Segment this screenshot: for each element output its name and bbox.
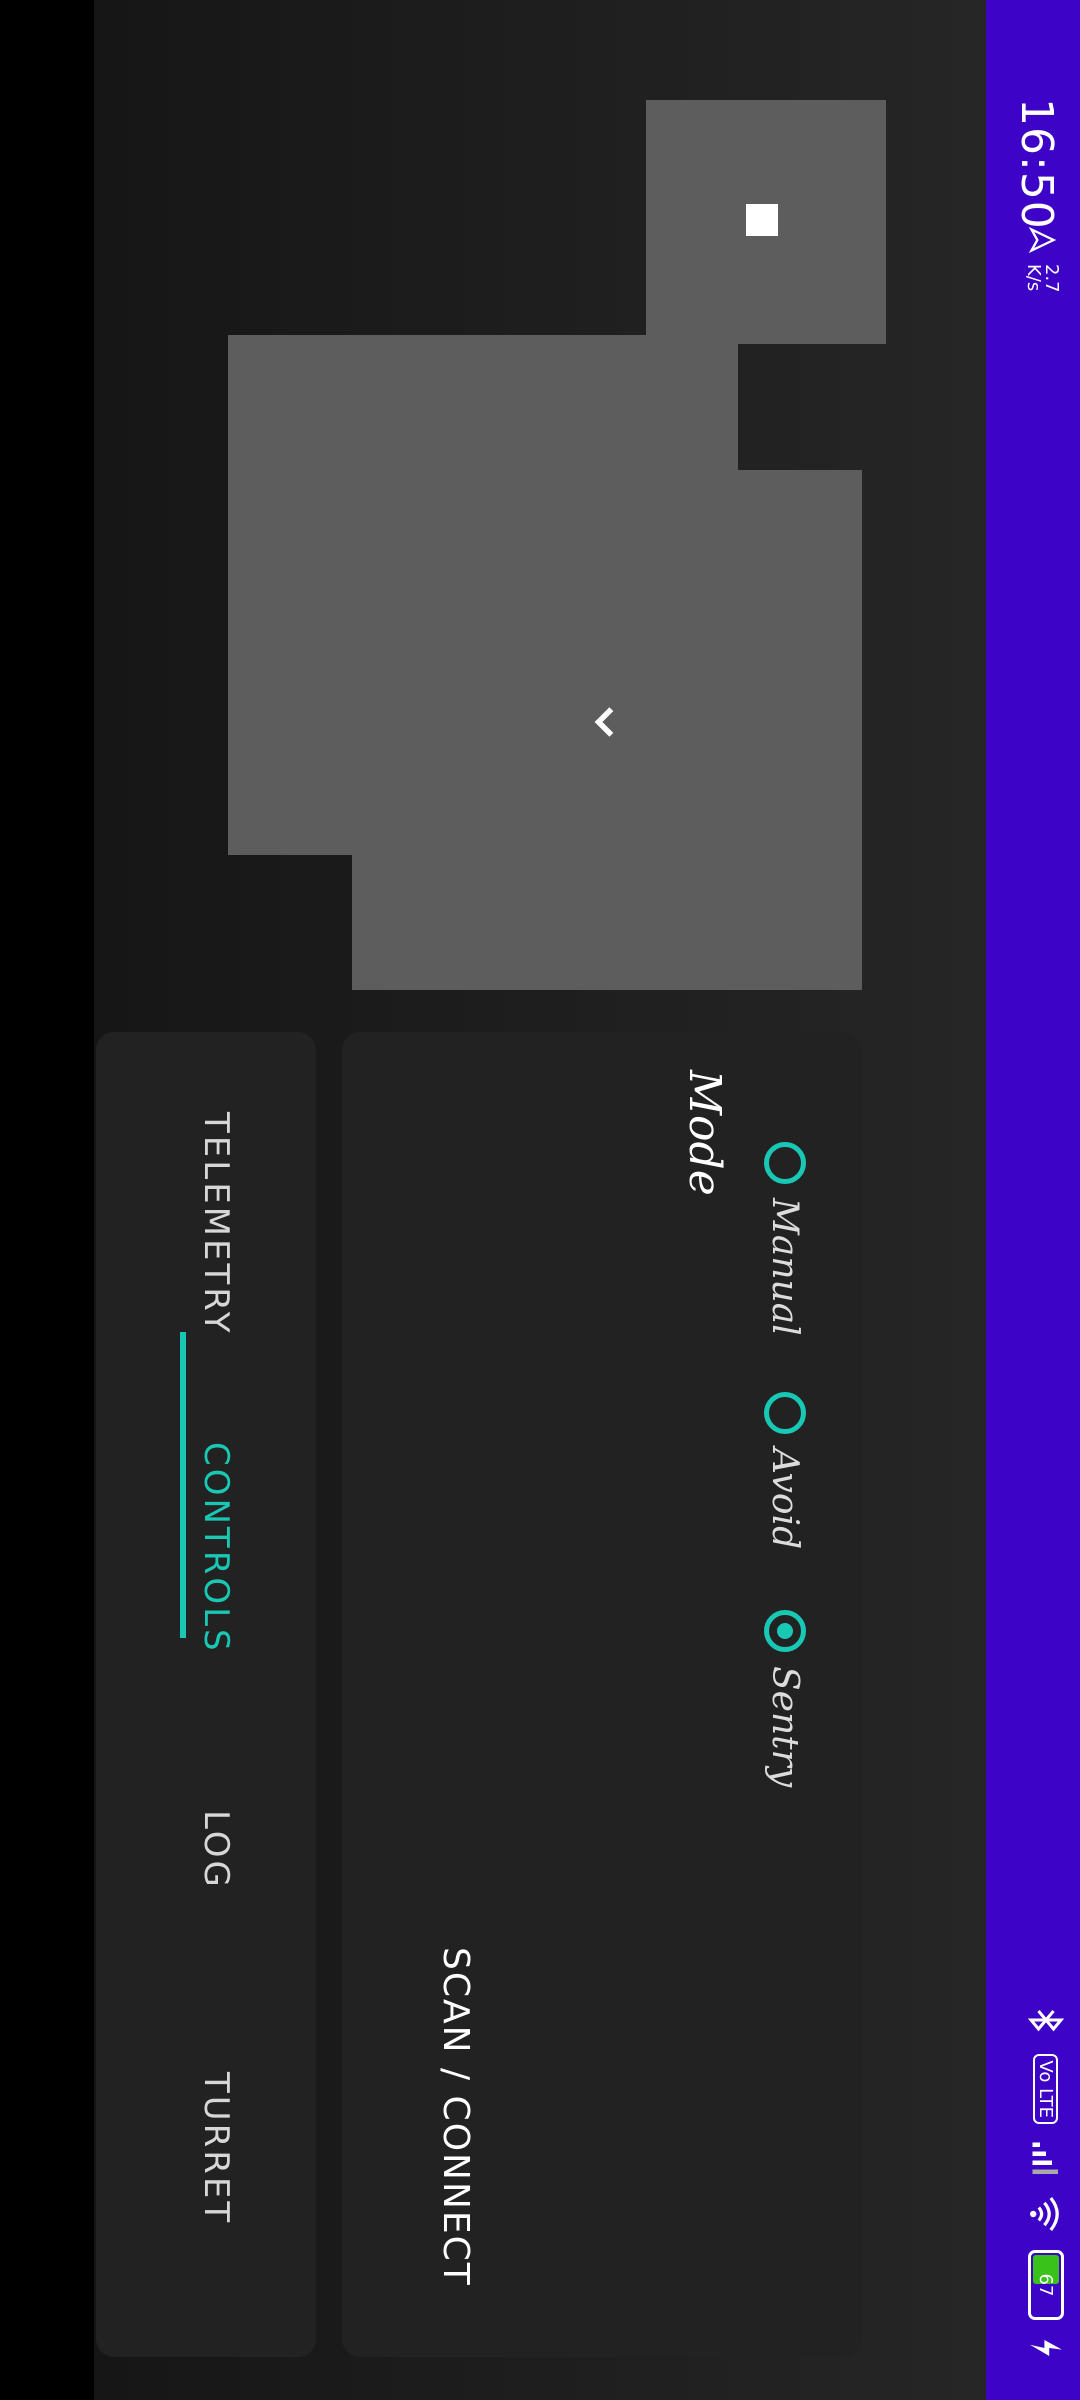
radio-label-avoid: Avoid bbox=[764, 1448, 806, 1550]
main-content: Mode Manual Avoid Sentry SCAN / CONNECT … bbox=[94, 0, 986, 2400]
tab-controls[interactable]: CONTROLS bbox=[196, 1442, 236, 1654]
bluetooth-icon bbox=[1028, 2010, 1064, 2032]
chevron-down-icon[interactable] bbox=[582, 700, 626, 744]
status-bar: 16:50 2.7 K/s Vo LTE 67 bbox=[986, 0, 1080, 2400]
scan-connect-button[interactable]: SCAN / CONNECT bbox=[435, 1947, 476, 2287]
speed-unit: K/s bbox=[1023, 264, 1044, 292]
mode-option-manual[interactable]: Manual bbox=[764, 1142, 806, 1336]
tab-turret[interactable]: TURRET bbox=[196, 2072, 236, 2225]
network-speed: 2.7 K/s bbox=[1023, 226, 1062, 293]
screen-edge bbox=[0, 0, 94, 2400]
battery-icon: 67 bbox=[1028, 2250, 1064, 2320]
mode-title: Mode bbox=[679, 1070, 730, 1196]
battery-level: 67 bbox=[1035, 2273, 1057, 2297]
stop-icon bbox=[746, 204, 778, 236]
tab-log[interactable]: LOG bbox=[196, 1810, 236, 1890]
signal-icon bbox=[1032, 2142, 1058, 2174]
stop-button[interactable] bbox=[646, 100, 886, 344]
volte-icon: Vo LTE bbox=[1033, 2054, 1059, 2124]
active-tab-indicator bbox=[180, 1332, 186, 1638]
status-time: 16:50 bbox=[1011, 98, 1062, 230]
radio-label-sentry: Sentry bbox=[764, 1666, 806, 1788]
radio-avoid[interactable] bbox=[764, 1392, 806, 1434]
radio-label-manual: Manual bbox=[764, 1198, 806, 1336]
tab-bar: TELEMETRY CONTROLS LOG TURRET bbox=[96, 1032, 316, 2357]
landscape-stage: 16:50 2.7 K/s Vo LTE 67 Mode Manual Avoi… bbox=[0, 0, 1080, 2400]
speed-value: 2.7 bbox=[1041, 264, 1062, 293]
radio-manual[interactable] bbox=[764, 1142, 806, 1184]
mode-option-sentry[interactable]: Sentry bbox=[764, 1610, 806, 1787]
charging-icon bbox=[1030, 2340, 1062, 2356]
mode-panel: Mode Manual Avoid Sentry SCAN / CONNECT bbox=[342, 1032, 862, 2357]
tab-telemetry[interactable]: TELEMETRY bbox=[196, 1112, 236, 1335]
status-icons: Vo LTE 67 bbox=[1028, 2002, 1064, 2360]
mode-option-avoid[interactable]: Avoid bbox=[764, 1392, 806, 1549]
wifi-icon bbox=[1030, 2197, 1059, 2231]
radio-sentry[interactable] bbox=[764, 1610, 806, 1652]
location-icon bbox=[1028, 226, 1056, 254]
